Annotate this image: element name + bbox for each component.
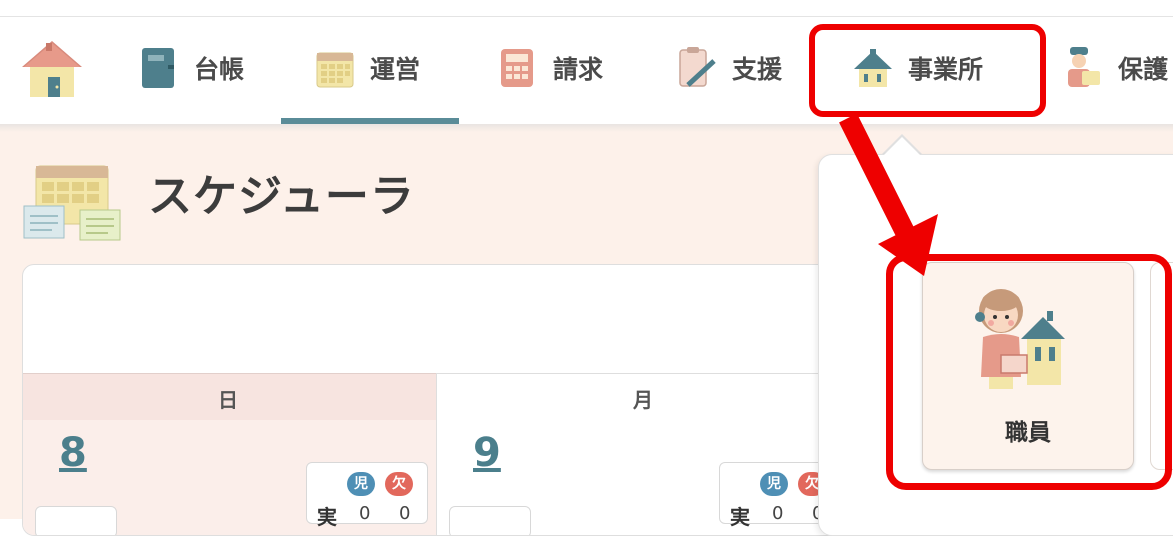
annotation-arrow	[839, 113, 938, 276]
